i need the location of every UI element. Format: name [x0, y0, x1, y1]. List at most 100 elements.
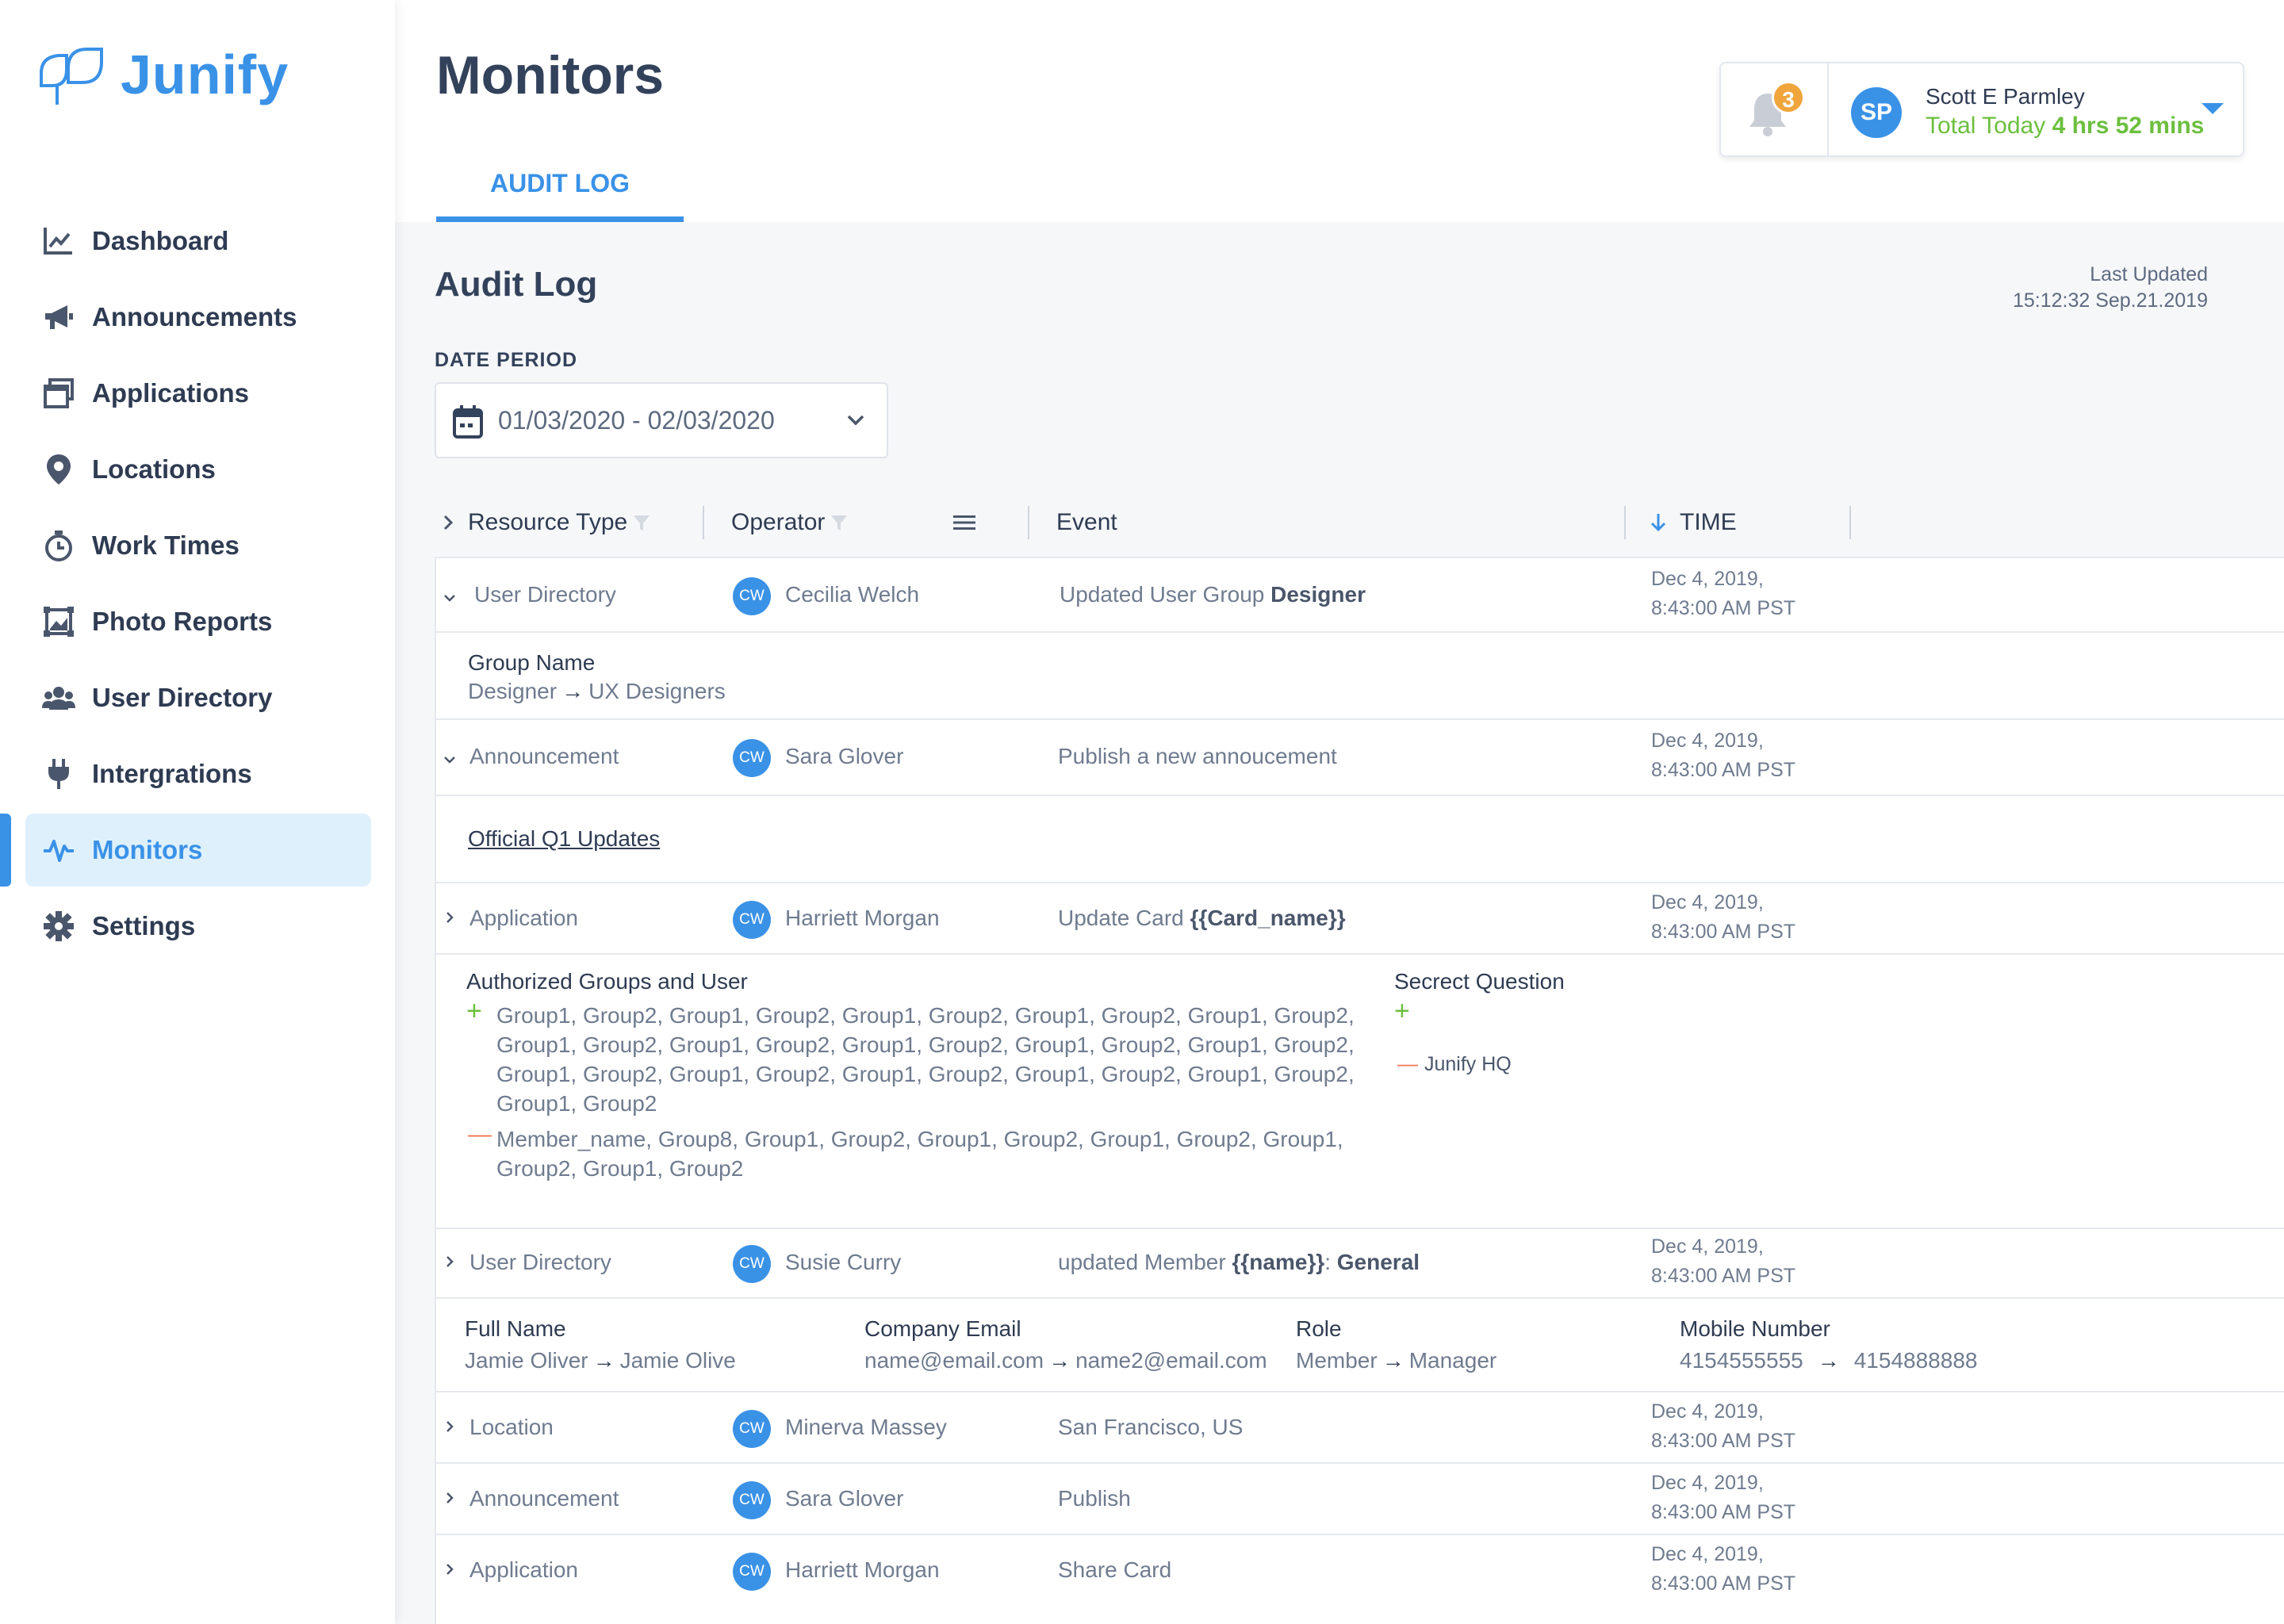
- column-resource-type[interactable]: Resource Type: [441, 488, 651, 557]
- sidebar-item-label: Monitors: [92, 835, 203, 864]
- date-period-picker[interactable]: 01/03/2020 - 02/03/2020: [435, 382, 888, 458]
- sidebar-item-locations[interactable]: Locations: [25, 433, 371, 506]
- sidebar-item-label: Intergrations: [92, 759, 252, 788]
- chevron-down-icon[interactable]: [443, 753, 457, 768]
- column-time[interactable]: TIME: [1650, 488, 1737, 557]
- table-row[interactable]: Application CW Harriett Morgan Share Car…: [436, 1534, 2284, 1624]
- sidebar-item-dashboard[interactable]: Dashboard: [25, 205, 371, 278]
- chevron-right-icon[interactable]: [443, 1562, 457, 1576]
- row-detail: Group Name Designer → UX Designers: [436, 631, 2284, 718]
- column-divider: [703, 506, 704, 539]
- sidebar: Junify Dashboard Announcements Applicati…: [0, 0, 395, 1624]
- menu-icon: [953, 515, 975, 530]
- stopwatch-icon: [40, 527, 78, 565]
- sidebar-item-announcements[interactable]: Announcements: [25, 281, 371, 354]
- user-card: 3 SP Scott E Parmley Total Today 4 hrs 5…: [1719, 62, 2244, 157]
- row-operator: Harriett Morgan: [785, 906, 940, 930]
- mobile-number-label: Mobile Number: [1680, 1316, 1830, 1341]
- table-row[interactable]: Announcement CW Sara Glover Publish Dec …: [436, 1462, 2284, 1534]
- row-resource: Application: [469, 906, 578, 930]
- page-header: Monitors AUDIT LOG 3 SP Scott E Parmley …: [395, 0, 2284, 222]
- row-resource: User Directory: [469, 1250, 611, 1274]
- sidebar-item-label: Announcements: [92, 302, 297, 331]
- secret-removed-value: Junify HQ: [1424, 1053, 1512, 1075]
- detail-change: Designer → UX Designers: [468, 679, 726, 703]
- sidebar-item-applications[interactable]: Applications: [25, 357, 371, 430]
- column-operator[interactable]: Operator: [731, 488, 849, 557]
- row-detail: Official Q1 Updates: [436, 795, 2284, 882]
- column-divider: [1624, 506, 1626, 539]
- calendar-icon: [453, 405, 483, 439]
- full-name-change: Jamie Oliver → Jamie Olive: [465, 1348, 736, 1373]
- app-logo[interactable]: Junify: [35, 41, 289, 108]
- column-divider: [1849, 506, 1851, 539]
- row-operator: Susie Curry: [785, 1250, 902, 1274]
- row-event: Publish a new annoucement: [1058, 744, 1337, 768]
- sidebar-item-label: Locations: [92, 454, 216, 484]
- added-groups-list: Group1, Group2, Group1, Group2, Group1, …: [496, 1003, 1355, 1116]
- announcement-link[interactable]: Official Q1 Updates: [468, 826, 660, 852]
- operator-avatar: CW: [733, 577, 771, 615]
- table-row[interactable]: Announcement CW Sara Glover Publish a ne…: [436, 718, 2284, 795]
- row-time: Dec 4, 2019, 8:43:00 AM PST: [1651, 1472, 1796, 1523]
- row-resource: Application: [469, 1557, 578, 1582]
- row-event: updated Member {{name}}: General: [1058, 1250, 1420, 1274]
- row-time: Dec 4, 2019, 8:43:00 AM PST: [1651, 730, 1796, 781]
- row-operator: Cecilia Welch: [785, 582, 920, 607]
- row-operator: Sara Glover: [785, 744, 904, 768]
- operator-avatar: CW: [733, 1410, 771, 1448]
- company-email-label: Company Email: [864, 1316, 1021, 1341]
- table-row[interactable]: User Directory CW Susie Curry updated Me…: [436, 1228, 2284, 1297]
- secret-question-label: Secrect Question: [1394, 969, 1565, 994]
- column-event[interactable]: Event: [1056, 488, 1117, 557]
- pulse-icon: [40, 831, 78, 869]
- chevron-down-icon[interactable]: [443, 592, 457, 606]
- sidebar-item-work-times[interactable]: Work Times: [25, 509, 371, 582]
- table-row[interactable]: User Directory CW Cecilia Welch Updated …: [436, 557, 2284, 631]
- sidebar-item-label: Dashboard: [92, 226, 229, 255]
- sidebar-item-intergrations[interactable]: Intergrations: [25, 737, 371, 810]
- role-label: Role: [1296, 1316, 1342, 1341]
- table-row[interactable]: Location CW Minerva Massey San Francisco…: [436, 1391, 2284, 1462]
- chevron-right-icon[interactable]: [443, 1254, 457, 1269]
- table-row[interactable]: Application CW Harriett Morgan Update Ca…: [436, 882, 2284, 953]
- sidebar-item-settings[interactable]: Settings: [25, 890, 371, 963]
- plug-icon: [40, 755, 78, 793]
- users-icon: [40, 679, 78, 717]
- column-divider: [1028, 506, 1029, 539]
- row-operator: Minerva Massey: [785, 1415, 947, 1439]
- last-updated-value: 15:12:32 Sep.21.2019: [2012, 289, 2208, 312]
- detail-label: Group Name: [468, 650, 596, 675]
- sidebar-item-label: User Directory: [92, 683, 273, 712]
- section-title: Audit Log: [435, 265, 598, 304]
- sidebar-item-label: Photo Reports: [92, 607, 273, 636]
- sidebar-item-label: Work Times: [92, 530, 240, 560]
- avatar[interactable]: SP: [1851, 87, 1902, 138]
- tab-audit-log[interactable]: AUDIT LOG: [436, 151, 684, 222]
- last-updated-label: Last Updated: [2090, 263, 2208, 285]
- full-name-label: Full Name: [465, 1316, 566, 1341]
- windows-icon: [40, 374, 78, 412]
- filter-icon[interactable]: [830, 513, 849, 532]
- app-name: Junify: [121, 44, 289, 105]
- filter-icon[interactable]: [632, 513, 651, 532]
- row-resource: Announcement: [469, 744, 619, 768]
- chevron-right-icon[interactable]: [443, 1491, 457, 1505]
- sidebar-item-photo-reports[interactable]: Photo Reports: [25, 585, 371, 658]
- chevron-right-icon[interactable]: [443, 1419, 457, 1434]
- removed-minus-icon: —: [1397, 1051, 1418, 1075]
- removed-minus-icon: —: [468, 1121, 492, 1147]
- chevron-right-icon[interactable]: [443, 910, 457, 925]
- chevron-right-icon: [443, 515, 454, 530]
- user-menu-caret-icon[interactable]: [2202, 103, 2224, 114]
- notifications-button[interactable]: 3: [1721, 63, 1829, 155]
- row-resource: Announcement: [469, 1486, 619, 1511]
- sidebar-item-label: Applications: [92, 378, 250, 408]
- gear-icon: [40, 907, 78, 945]
- column-menu-button[interactable]: [953, 488, 975, 557]
- page-title: Monitors: [436, 45, 665, 105]
- sidebar-item-user-directory[interactable]: User Directory: [25, 661, 371, 734]
- row-event: Updated User Group Designer: [1060, 582, 1366, 607]
- row-detail: Authorized Groups and User + Group1, Gro…: [436, 953, 2284, 1228]
- sidebar-item-monitors[interactable]: Monitors: [25, 814, 371, 887]
